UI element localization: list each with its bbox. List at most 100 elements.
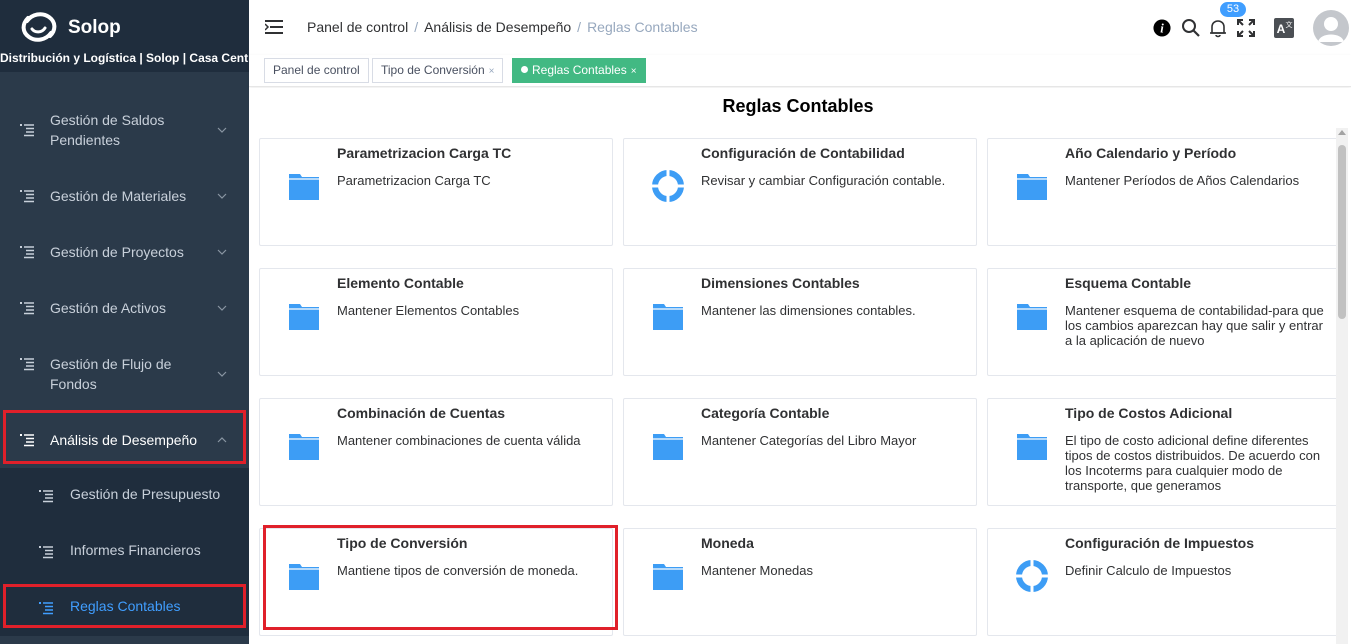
card-description: Mantener Monedas — [701, 563, 814, 578]
brand-name: Solop — [68, 17, 121, 38]
tag-panel-control[interactable]: Panel de control — [264, 58, 369, 83]
card-moneda[interactable]: Moneda Mantener Monedas — [623, 528, 977, 636]
sidebar-subitem-informes[interactable]: Informes Financieros — [0, 524, 249, 580]
card-description: Definir Calculo de Impuestos — [1065, 563, 1232, 578]
folder-icon — [652, 430, 684, 462]
card-dimensiones-contables[interactable]: Dimensiones Contables Mantener las dimens… — [623, 268, 977, 376]
card-description: El tipo de costo adicional define difere… — [1065, 433, 1321, 493]
solop-logo-icon — [21, 12, 57, 42]
card-tipo-de-conversion[interactable]: Tipo de Conversión Mantiene tipos de conv… — [259, 528, 613, 636]
sidebar-item-saldos-pendientes[interactable]: Gestión de Saldos Pendientes — [0, 108, 249, 152]
sidebar-item-activos[interactable]: Gestión de Activos — [0, 296, 249, 320]
card-configuracion-de-contabilidad[interactable]: Configuración de Contabilidad Revisar y c… — [623, 138, 977, 246]
chevron-down-icon — [217, 305, 227, 311]
folder-icon — [288, 170, 320, 202]
card-configuracion-de-impuestos[interactable]: Configuración de Impuestos Definir Calcul… — [987, 528, 1341, 636]
close-icon[interactable]: × — [489, 66, 495, 77]
card-description: Mantener combinaciones de cuenta válida — [337, 433, 581, 448]
sidebar-header: Solop Distribución y Logística | Solop |… — [0, 0, 249, 72]
main-content: Reglas Contables Parametrizacion Carga T… — [249, 88, 1351, 644]
vertical-scrollbar[interactable] — [1336, 128, 1348, 644]
card-tipo-de-costos-adicional[interactable]: Tipo de Costos Adicional El tipo de costo… — [987, 398, 1341, 506]
breadcrumb-item[interactable]: Panel de control — [307, 19, 408, 35]
user-avatar[interactable] — [1313, 10, 1349, 46]
tag-label: Reglas Contables — [532, 63, 627, 77]
card-title: Tipo de Conversión — [337, 535, 468, 551]
svg-text:文: 文 — [1286, 20, 1293, 29]
svg-text:i: i — [1160, 22, 1164, 36]
card-description: Mantener esquema de contabilidad-para qu… — [1065, 303, 1324, 348]
breadcrumb-item[interactable]: Análisis de Desempeño — [424, 19, 571, 35]
folder-icon — [1016, 300, 1048, 332]
card-title: Tipo de Costos Adicional — [1065, 405, 1233, 421]
sidebar-item-label: Gestión de Activos — [50, 300, 166, 316]
card-title: Elemento Contable — [337, 275, 464, 291]
list-icon — [20, 358, 34, 371]
card-title: Dimensiones Contables — [701, 275, 860, 291]
close-icon[interactable]: × — [631, 66, 637, 77]
folder-icon — [1016, 170, 1048, 202]
card-combinacion-de-cuentas[interactable]: Combinación de Cuentas Mantener combinaci… — [259, 398, 613, 506]
list-icon — [20, 190, 34, 203]
chevron-up-icon — [217, 437, 227, 443]
tag-reglas-contables[interactable]: Reglas Contables × — [512, 58, 646, 83]
scrollbar-thumb[interactable] — [1338, 145, 1346, 319]
lifebuoy-icon — [1016, 560, 1048, 592]
chevron-down-icon — [217, 371, 227, 377]
list-icon — [20, 124, 34, 137]
card-title: Año Calendario y Período — [1065, 145, 1237, 161]
search-icon[interactable] — [1181, 18, 1201, 38]
translate-icon[interactable]: A 文 — [1274, 18, 1294, 38]
sidebar-subitem-reglas-contables[interactable]: Reglas Contables — [0, 580, 249, 636]
hamburger-menu-icon[interactable] — [265, 19, 283, 35]
sidebar-subitem-label: Informes Financieros — [70, 542, 201, 558]
folder-icon — [652, 300, 684, 332]
card-esquema-contable[interactable]: Esquema Contable Mantener esquema de cont… — [987, 268, 1341, 376]
tag-label: Panel de control — [273, 63, 360, 77]
card-elemento-contable[interactable]: Elemento Contable Mantener Elementos Cont… — [259, 268, 613, 376]
tag-label: Tipo de Conversión — [381, 63, 485, 77]
bell-icon[interactable] — [1208, 18, 1228, 38]
sidebar-item-proyectos[interactable]: Gestión de Proyectos — [0, 240, 249, 264]
sidebar-item-label: Gestión de Flujo de Fondos — [50, 356, 172, 392]
card-description: Revisar y cambiar Configuración contable… — [701, 173, 946, 188]
card-title: Esquema Contable — [1065, 275, 1192, 291]
chevron-down-icon — [217, 127, 227, 133]
card-parametrizacion-carga-tc[interactable]: Parametrizacion Carga TC Parametrizacion … — [259, 138, 613, 246]
user-icon — [1318, 17, 1344, 42]
card-title: Moneda — [701, 535, 754, 551]
list-icon — [39, 546, 53, 559]
organization-label: Distribución y Logística | Solop | Casa … — [0, 51, 249, 65]
list-icon — [39, 602, 53, 615]
card-ano-calendario-y-periodo[interactable]: Año Calendario y Período Mantener Período… — [987, 138, 1341, 246]
card-description: Parametrizacion Carga TC — [337, 173, 491, 188]
chevron-down-icon — [217, 193, 227, 199]
active-dot-icon — [521, 66, 528, 73]
info-icon[interactable]: i — [1153, 19, 1171, 37]
sidebar-subitem-presupuesto[interactable]: Gestión de Presupuesto — [0, 468, 249, 524]
sidebar-subitem-label: Gestión de Presupuesto — [70, 486, 221, 502]
tags-view-bar: Panel de control Tipo de Conversión × Reg… — [249, 55, 1351, 87]
card-categoria-contable[interactable]: Categoría Contable Mantener Categorías de… — [623, 398, 977, 506]
sidebar-item-materiales[interactable]: Gestión de Materiales — [0, 184, 249, 208]
folder-icon — [288, 430, 320, 462]
card-description: Mantiene tipos de conversión de moneda. — [337, 563, 579, 578]
sidebar-item-analisis-desempeno[interactable]: Análisis de Desempeño — [0, 428, 249, 452]
chevron-down-icon — [217, 249, 227, 255]
scroll-up-arrow-icon[interactable] — [1338, 130, 1346, 135]
breadcrumb: Panel de control / Análisis de Desempeño / R… — [307, 19, 698, 35]
sidebar-item-label: Gestión de Proyectos — [50, 244, 184, 260]
page-title: Reglas Contables — [722, 96, 874, 116]
tag-tipo-conversion[interactable]: Tipo de Conversión × — [372, 58, 504, 83]
notification-count-badge: 53 — [1220, 2, 1246, 17]
sidebar-item-label: Gestión de Materiales — [50, 188, 187, 204]
list-icon — [39, 490, 53, 503]
card-description: Mantener Elementos Contables — [337, 303, 520, 318]
list-icon — [20, 246, 34, 259]
list-icon — [20, 302, 34, 315]
fullscreen-icon[interactable] — [1236, 18, 1256, 38]
lifebuoy-icon — [652, 170, 684, 202]
folder-icon — [288, 560, 320, 592]
sidebar-item-flujo-fondos[interactable]: Gestión de Flujo de Fondos — [0, 352, 249, 396]
sidebar: Solop Distribución y Logística | Solop |… — [0, 0, 249, 644]
